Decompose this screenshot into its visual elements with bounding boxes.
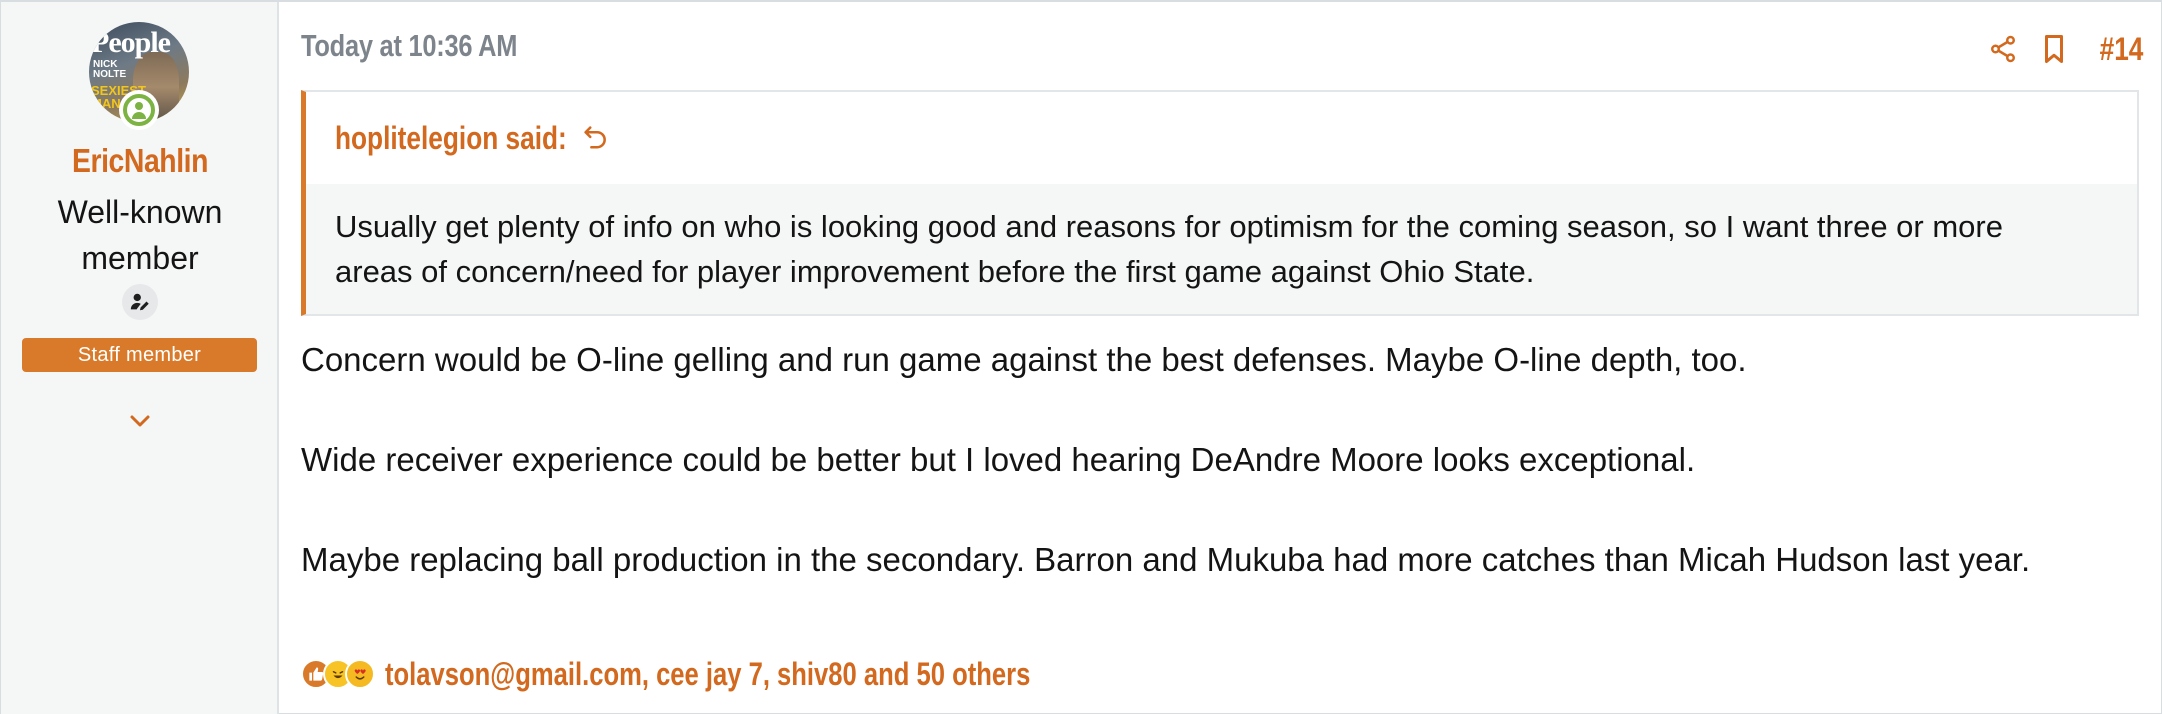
quote-block: hoplitelegion said: Usually get plenty o… [301, 90, 2139, 316]
share-icon[interactable] [1988, 34, 2018, 64]
reactions-bar: tolavson@gmail.com, cee jay 7, shiv80 an… [301, 654, 1192, 694]
jump-to-quote-icon[interactable] [582, 123, 610, 153]
message-paragraph: Concern would be O-line gelling and run … [301, 341, 1747, 378]
avatar[interactable]: People NICK NOLTE SEXIEST MAN [89, 22, 189, 130]
online-status-icon [119, 90, 159, 130]
username-link[interactable]: EricNahlin [20, 142, 259, 180]
message-paragraph: Wide receiver experience could be better… [301, 441, 1696, 478]
post-actions: #14 [1988, 26, 2143, 72]
avatar-subtitle: NICK NOLTE [93, 59, 127, 80]
love-reaction-icon [345, 659, 375, 689]
reaction-icons[interactable] [301, 659, 375, 689]
avatar-magazine-title: People [91, 26, 171, 59]
reaction-users-link[interactable]: tolavson@gmail.com, cee jay 7, shiv80 an… [385, 656, 1030, 693]
quote-header: hoplitelegion said: [306, 92, 2137, 184]
user-info-column: People NICK NOLTE SEXIEST MAN EricNahlin … [1, 2, 279, 714]
message-body: Concern would be O-line gelling and run … [301, 335, 2141, 585]
message-paragraph: Maybe replacing ball production in the s… [301, 541, 2031, 578]
post-number-link[interactable]: #14 [2099, 31, 2143, 68]
chevron-down-icon[interactable] [125, 406, 155, 436]
quote-text: Usually get plenty of info on who is loo… [306, 184, 2137, 314]
bookmark-icon[interactable] [2040, 34, 2068, 64]
post-timestamp[interactable]: Today at 10:36 AM [301, 28, 517, 64]
quote-author-link[interactable]: hoplitelegion said: [335, 120, 567, 157]
staff-member-badge: Staff member [22, 338, 257, 372]
post-container: People NICK NOLTE SEXIEST MAN EricNahlin … [0, 0, 2162, 714]
message-column: Today at 10:36 AM #14 hoplitelegion said… [281, 2, 2161, 714]
user-edit-icon [122, 284, 158, 320]
user-title: Well-known member [57, 194, 223, 276]
